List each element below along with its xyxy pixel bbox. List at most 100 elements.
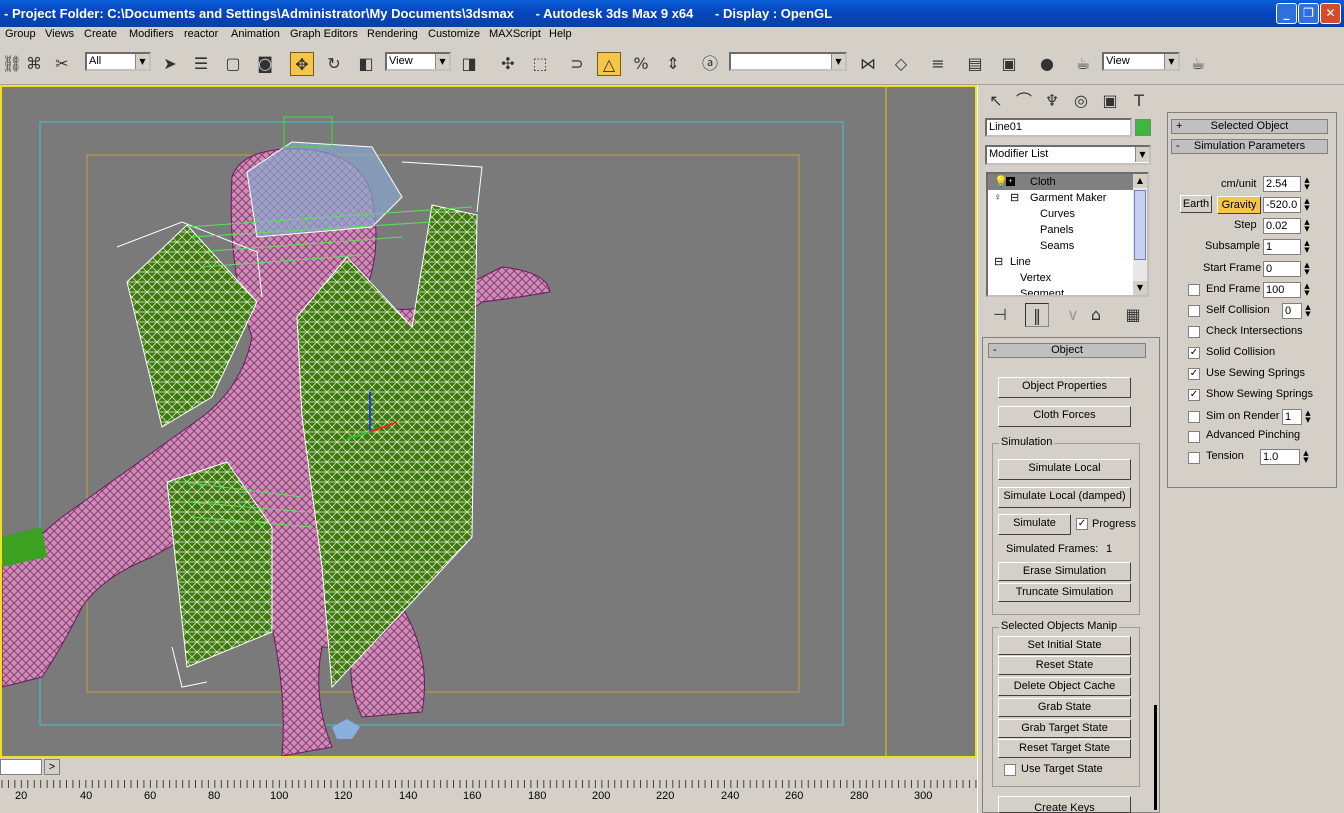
object-name-field[interactable]: Line01 bbox=[985, 118, 1132, 137]
stack-item-seams[interactable]: Seams bbox=[988, 238, 1134, 254]
stack-item-vertex[interactable]: Vertex bbox=[988, 270, 1134, 286]
bind-icon[interactable]: ✂ bbox=[50, 52, 74, 76]
spinner-arrows-icon[interactable]: ▲ ▼ bbox=[1302, 283, 1312, 297]
object-properties-button[interactable]: Object Properties bbox=[998, 377, 1131, 398]
subsample-spinner[interactable]: 1 ▲ ▼ bbox=[1263, 239, 1310, 255]
expand-icon[interactable]: + bbox=[1006, 177, 1015, 186]
stack-item-line[interactable]: ⊟ Line bbox=[988, 254, 1134, 270]
scroll-thumb[interactable] bbox=[1134, 190, 1146, 260]
spinner-arrows-icon[interactable]: ▲ ▼ bbox=[1302, 219, 1312, 233]
advanced-pinching-checkbox[interactable] bbox=[1188, 431, 1200, 443]
selection-filter-dropdown[interactable]: All ▼ bbox=[85, 52, 151, 71]
perspective-viewport[interactable] bbox=[0, 85, 977, 758]
remove-modifier-icon[interactable]: ⌂ bbox=[1084, 303, 1108, 327]
motion-tab-icon[interactable]: ◎ bbox=[1069, 89, 1093, 113]
sim-on-render-spinner[interactable]: 1 ▲ ▼ bbox=[1282, 409, 1311, 425]
next-frame-arrow[interactable]: > bbox=[44, 759, 60, 775]
mirror-icon[interactable]: ⋈ bbox=[856, 52, 880, 76]
earth-button[interactable]: Earth bbox=[1180, 195, 1212, 213]
gravity-spinner[interactable]: -520.0 ▲ ▼ bbox=[1263, 197, 1310, 213]
make-unique-icon[interactable]: ∨ bbox=[1061, 303, 1085, 327]
hierarchy-tab-icon[interactable]: ♆ bbox=[1040, 89, 1064, 113]
menu-views[interactable]: Views bbox=[45, 28, 74, 40]
select-by-name-icon[interactable]: ☰ bbox=[189, 52, 213, 76]
snaps-toggle-icon[interactable]: ⊃ bbox=[565, 52, 589, 76]
selected-object-rollout-header[interactable]: + Selected Object bbox=[1171, 119, 1328, 134]
menu-reactor[interactable]: reactor bbox=[184, 28, 218, 40]
simulate-local-damped-button[interactable]: Simulate Local (damped) bbox=[998, 487, 1131, 508]
end-frame-spinner[interactable]: 100 ▲ ▼ bbox=[1263, 282, 1310, 298]
spinner-arrows-icon[interactable]: ▲ ▼ bbox=[1301, 450, 1311, 464]
unlink-icon[interactable]: ⛓ bbox=[0, 52, 24, 76]
gravity-button[interactable]: Gravity bbox=[1217, 196, 1261, 214]
truncate-simulation-button[interactable]: Truncate Simulation bbox=[998, 583, 1131, 602]
spinner-arrows-icon[interactable]: ▲ ▼ bbox=[1302, 262, 1312, 276]
select-and-rotate-icon[interactable]: ↻ bbox=[322, 52, 346, 76]
simulate-button[interactable]: Simulate bbox=[998, 514, 1071, 535]
object-color-swatch[interactable] bbox=[1135, 119, 1151, 136]
sim-on-render-checkbox[interactable] bbox=[1188, 411, 1200, 423]
reset-state-button[interactable]: Reset State bbox=[998, 656, 1131, 675]
spinner-arrows-icon[interactable]: ▲ ▼ bbox=[1302, 240, 1312, 254]
modify-tab-icon[interactable]: ⌒ bbox=[1012, 89, 1036, 113]
self-collision-checkbox[interactable] bbox=[1188, 305, 1200, 317]
angle-snap-icon[interactable]: △ bbox=[597, 52, 621, 76]
use-sewing-springs-checkbox[interactable]: ✓ bbox=[1188, 368, 1200, 380]
lightbulb-icon[interactable]: ♀ bbox=[994, 190, 1002, 206]
simulate-local-button[interactable]: Simulate Local bbox=[998, 459, 1131, 480]
pivot-center-icon[interactable]: ◨ bbox=[457, 52, 481, 76]
stack-scrollbar[interactable]: ▲ ▼ bbox=[1133, 174, 1147, 295]
solid-collision-checkbox[interactable]: ✓ bbox=[1188, 347, 1200, 359]
edit-named-selection-icon[interactable]: ⓐ bbox=[698, 52, 722, 76]
render-view-dropdown[interactable]: View ▼ bbox=[1102, 52, 1180, 71]
scroll-down-icon[interactable]: ▼ bbox=[1133, 281, 1147, 295]
select-and-scale-icon[interactable]: ◧ bbox=[354, 52, 378, 76]
close-button[interactable]: ✕ bbox=[1320, 3, 1341, 24]
set-initial-state-button[interactable]: Set Initial State bbox=[998, 636, 1131, 655]
tension-spinner[interactable]: 1.0 ▲ ▼ bbox=[1260, 449, 1309, 465]
create-tab-icon[interactable]: ↖ bbox=[984, 89, 1008, 113]
menu-create[interactable]: Create bbox=[84, 28, 117, 40]
quick-render-icon[interactable]: ☕ bbox=[1186, 52, 1210, 76]
show-end-result-icon[interactable]: ‖ bbox=[1025, 303, 1049, 327]
spinner-arrows-icon[interactable]: ▲ ▼ bbox=[1302, 198, 1312, 212]
menu-help[interactable]: Help bbox=[549, 28, 572, 40]
spinner-snap-icon[interactable]: ⇕ bbox=[661, 52, 685, 76]
start-frame-spinner[interactable]: 0 ▲ ▼ bbox=[1263, 261, 1310, 277]
grab-state-button[interactable]: Grab State bbox=[998, 698, 1131, 717]
keyboard-shortcut-icon[interactable]: ⬚ bbox=[528, 52, 552, 76]
select-manipulate-icon[interactable]: ✣ bbox=[496, 52, 520, 76]
named-selection-dropdown[interactable]: ▼ bbox=[729, 52, 847, 71]
select-object-icon[interactable]: ➤ bbox=[158, 52, 182, 76]
layer-manager-icon[interactable]: ≡ bbox=[926, 52, 950, 76]
step-spinner[interactable]: 0.02 ▲ ▼ bbox=[1263, 218, 1310, 234]
schematic-view-icon[interactable]: ▣ bbox=[997, 52, 1021, 76]
spinner-arrows-icon[interactable]: ▲ ▼ bbox=[1303, 304, 1313, 318]
create-keys-button[interactable]: Create Keys bbox=[998, 796, 1131, 813]
align-icon[interactable]: ◇ bbox=[889, 52, 913, 76]
stack-item-curves[interactable]: Curves bbox=[988, 206, 1134, 222]
material-editor-icon[interactable]: ● bbox=[1035, 52, 1059, 76]
grab-target-state-button[interactable]: Grab Target State bbox=[998, 719, 1131, 738]
stack-item-cloth[interactable]: 💡 + Cloth bbox=[988, 174, 1134, 190]
menu-animation[interactable]: Animation bbox=[231, 28, 280, 40]
pin-stack-icon[interactable]: ⊣ bbox=[988, 303, 1012, 327]
time-slider-thumb[interactable] bbox=[0, 759, 42, 775]
percent-snap-icon[interactable]: % bbox=[629, 52, 653, 76]
collapse-icon[interactable]: ⊟ bbox=[1010, 190, 1019, 206]
panel-scrollbar[interactable] bbox=[1154, 705, 1157, 810]
spinner-arrows-icon[interactable]: ▲ ▼ bbox=[1303, 410, 1313, 424]
utilities-tab-icon[interactable]: T bbox=[1127, 89, 1151, 113]
menu-group[interactable]: Group bbox=[5, 28, 36, 40]
use-target-state-checkbox[interactable] bbox=[1004, 764, 1016, 776]
ref-coord-dropdown[interactable]: View ▼ bbox=[385, 52, 451, 71]
curve-editor-icon[interactable]: ▤ bbox=[963, 52, 987, 76]
restore-button[interactable]: ❐ bbox=[1298, 3, 1319, 24]
tension-checkbox[interactable] bbox=[1188, 452, 1200, 464]
progress-checkbox[interactable]: ✓ bbox=[1076, 518, 1088, 530]
stack-item-segment[interactable]: Segment bbox=[988, 286, 1134, 295]
display-tab-icon[interactable]: ▣ bbox=[1098, 89, 1122, 113]
self-collision-spinner[interactable]: 0 ▲ ▼ bbox=[1282, 303, 1311, 319]
spinner-arrows-icon[interactable]: ▲ ▼ bbox=[1302, 177, 1312, 191]
show-sewing-springs-checkbox[interactable]: ✓ bbox=[1188, 389, 1200, 401]
